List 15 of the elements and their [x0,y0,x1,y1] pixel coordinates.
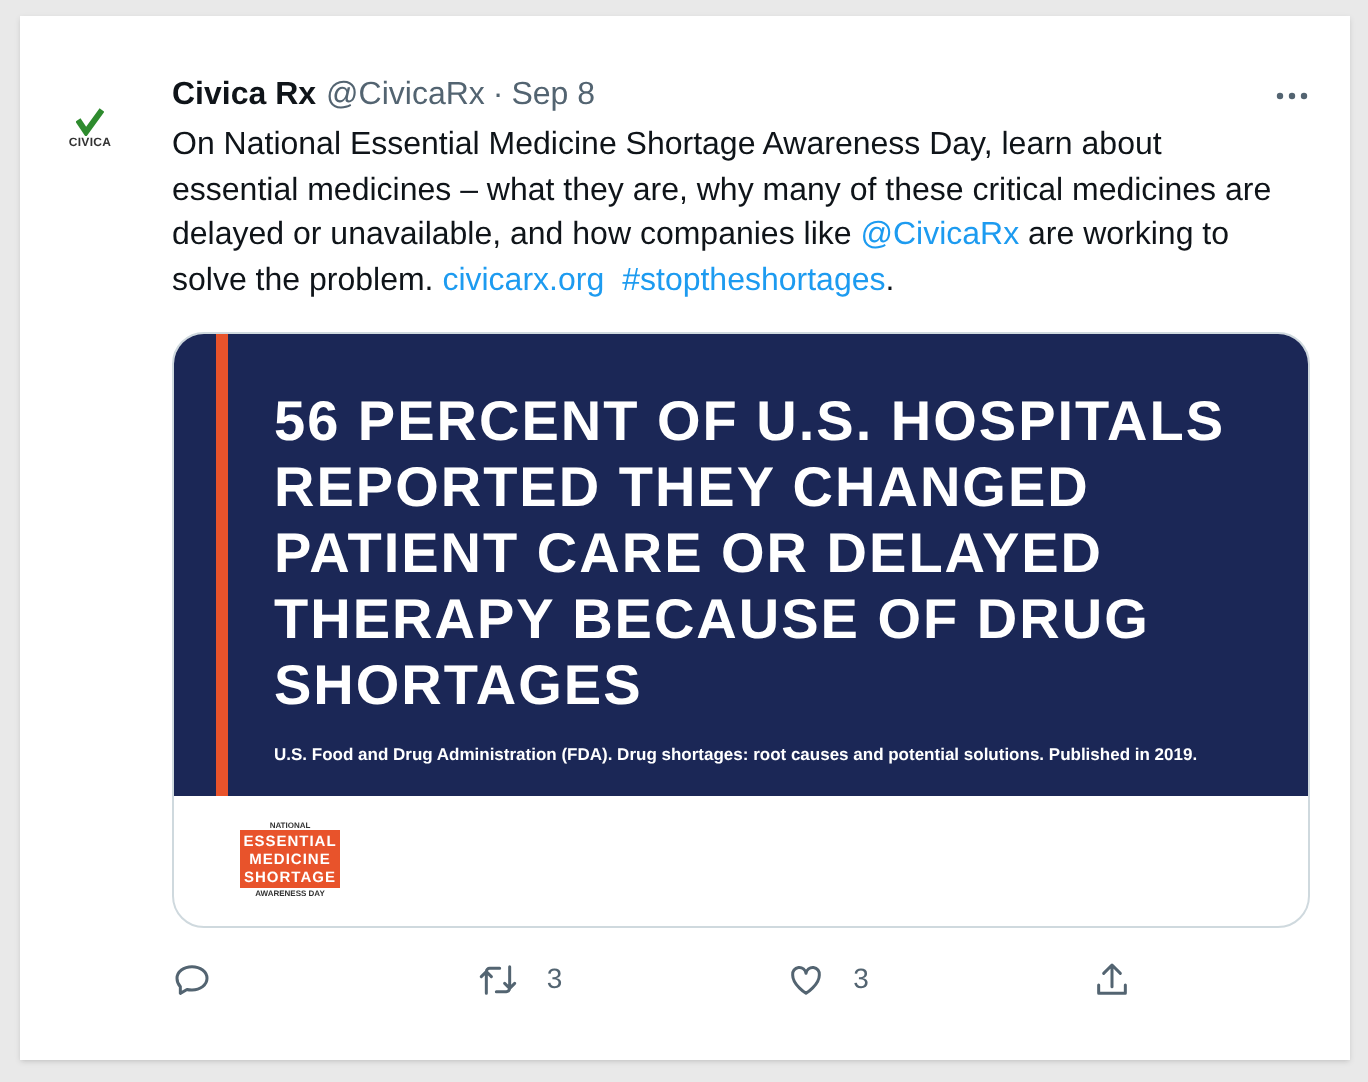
share-icon[interactable] [1091,959,1132,999]
tweet-text: On National Essential Medicine Shortage Awareness Day, learn about essential medicines – what they are, why many of these critical medicines are delayed or unavailable, and how companies like @CivicaRx are working to solve the problem. civicarx.org #stoptheshortages. [172,126,1274,301]
author-name[interactable]: Civica Rx [172,76,317,116]
action-count: 3 [546,960,563,998]
citation: U.S. Food and Drug Administration (FDA). Drug shortages: root causes and potential solutions. Published in 2019. [274,742,1200,768]
media-card[interactable] [172,332,1310,928]
more-icon[interactable] [1274,90,1310,102]
author-handle[interactable]: @CivicaRx [326,76,485,116]
retweet-icon[interactable] [478,959,519,999]
check-icon [76,107,104,135]
dot-separator: · [492,76,504,116]
reply-icon[interactable] [172,959,212,999]
action-count: 3 [853,960,869,998]
tweet-time[interactable]: Sep 8 [511,76,596,116]
headline: 56 PERCENT OF U.S. HOSPITALS REPORTED THEY CHANGED PATIENT CARE OR DELAYED THERAPY BECAUSE OF DRUG SHORTAGES [274,388,1228,718]
